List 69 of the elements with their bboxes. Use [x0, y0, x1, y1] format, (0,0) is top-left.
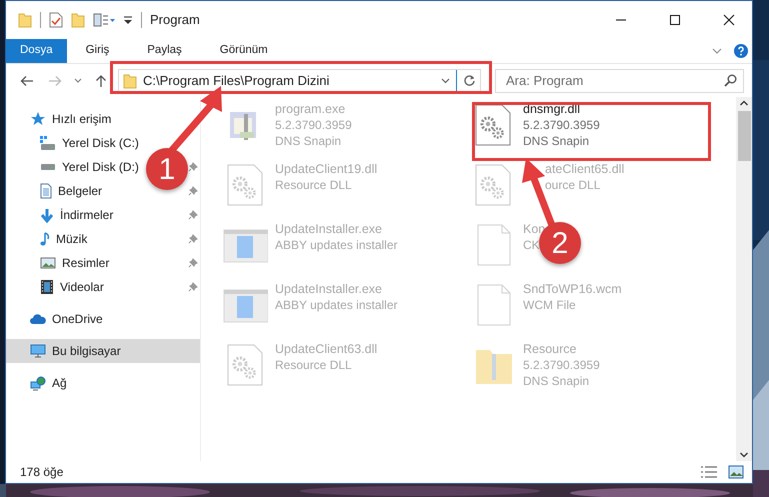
close-icon	[723, 14, 735, 26]
folder-icon	[123, 72, 137, 88]
nav-item[interactable]: Ağ	[30, 371, 73, 395]
nav-item[interactable]: Bu bilgisayar	[30, 339, 127, 363]
pin-icon[interactable]	[188, 234, 198, 244]
nav-item[interactable]: Yerel Disk (C:)	[40, 131, 145, 155]
nav-item[interactable]: Hızlı erişim	[30, 107, 118, 131]
search-box[interactable]: Ara: Program	[495, 68, 744, 92]
drive-icon	[40, 163, 56, 171]
nav-item[interactable]: Belgeler	[40, 179, 108, 203]
file-detail: 5.2.3790.3959	[275, 117, 352, 133]
ribbon-tab[interactable]: Paylaş	[128, 39, 201, 63]
up-arrow-icon	[95, 74, 107, 88]
search-icon[interactable]	[724, 74, 737, 87]
picture-icon	[40, 257, 56, 269]
nav-item[interactable]: Videolar	[40, 275, 110, 299]
maximize-icon	[669, 14, 681, 26]
music-note-icon	[40, 232, 50, 246]
pin-icon[interactable]	[188, 162, 198, 172]
star-icon	[30, 111, 46, 127]
file-detail: ABBY updates installer	[275, 237, 398, 253]
forward-arrow-icon	[48, 74, 62, 86]
nav-item[interactable]: Müzik	[40, 227, 94, 251]
drive-icon	[40, 136, 56, 150]
pin-icon[interactable]	[188, 186, 198, 196]
pin-icon[interactable]	[188, 210, 198, 220]
nav-item[interactable]: Yerel Disk (D:)	[40, 155, 145, 179]
film-icon	[40, 279, 54, 295]
file-name[interactable]: dnsmgr.dll	[523, 101, 580, 117]
ribbon-tab[interactable]: Giriş	[66, 39, 128, 63]
network-icon	[30, 376, 46, 390]
pin-icon[interactable]	[188, 258, 198, 268]
window-title: Program	[150, 11, 200, 30]
file-detail: 5.2.3790.3959	[523, 117, 600, 133]
tiles-view-icon[interactable]	[728, 465, 744, 479]
file-detail: Resource DLL	[275, 177, 352, 193]
cloud-icon	[30, 314, 46, 324]
nav-item[interactable]: Resimler	[40, 251, 116, 275]
scrollbar-thumb[interactable]	[738, 111, 750, 161]
pin-icon[interactable]	[188, 282, 198, 292]
file-detail: Resource DLL	[275, 357, 352, 373]
item-count: 178 öğe	[20, 464, 64, 481]
file-detail: ource DLL	[545, 177, 600, 193]
dropdown-icon[interactable]	[441, 78, 450, 84]
details-view-icon[interactable]	[700, 465, 718, 479]
document-icon	[40, 183, 52, 199]
folder-icon[interactable]	[18, 12, 32, 28]
address-bar[interactable]: C:\Program Files\Program Dizini	[118, 68, 481, 92]
new-folder-icon[interactable]	[71, 12, 85, 28]
file-detail: DNS Snapin	[523, 373, 590, 389]
file-tab[interactable]: Dosya	[6, 39, 67, 63]
layout-icon[interactable]	[93, 13, 115, 27]
nav-item[interactable]: OneDrive	[30, 307, 109, 331]
file-detail: ABBY updates installer	[275, 297, 398, 313]
ribbon-tab[interactable]: Görünüm	[200, 39, 287, 63]
download-icon	[40, 208, 54, 222]
back-arrow-icon	[20, 74, 34, 86]
file-detail: WCM File	[523, 297, 576, 313]
minimize-icon	[615, 19, 627, 21]
file-detail: DNS Snapin	[275, 133, 342, 149]
file-detail: 5.2.3790.3959	[523, 357, 600, 373]
nav-item[interactable]: İndirmeler	[40, 203, 120, 227]
customize-caret-icon[interactable]	[123, 15, 133, 25]
chevron-down-icon	[74, 78, 82, 83]
properties-icon[interactable]	[49, 12, 63, 28]
file-detail: DNS Snapin	[523, 133, 590, 149]
monitor-icon	[30, 344, 46, 358]
refresh-icon[interactable]	[463, 74, 476, 87]
file-detail: CK	[523, 237, 540, 253]
